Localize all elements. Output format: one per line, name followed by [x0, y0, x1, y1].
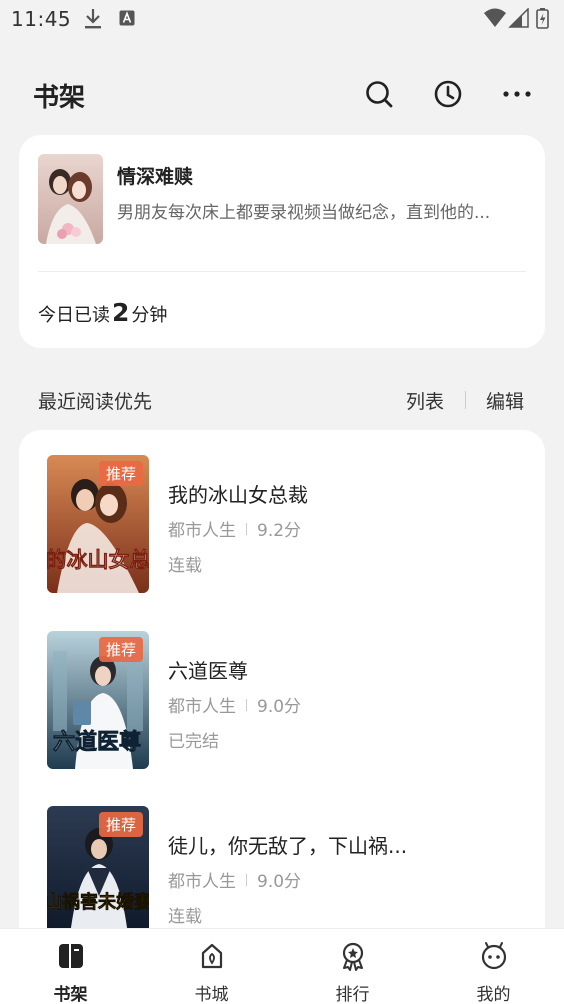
tab-label: 排行 [335, 985, 370, 1004]
book-category: 都市人生 [168, 521, 236, 541]
book-score: 9.0分 [257, 697, 302, 717]
top-bar: 书架 [0, 60, 564, 130]
profile-icon [479, 941, 509, 971]
tab-label: 书城 [194, 985, 229, 1004]
signal-icon [508, 7, 529, 28]
shelf-section-header: 最近阅读优先 列表 编辑 [0, 385, 564, 417]
book-category: 都市人生 [168, 697, 236, 717]
book-item[interactable]: 我的冰山女总裁 推荐 我的冰山女总裁 都市人生 9.2分 连载 [19, 455, 545, 605]
recommend-badge: 推荐 [98, 812, 143, 837]
status-indicators [482, 7, 552, 34]
divider [38, 271, 526, 272]
recommend-badge: 推荐 [98, 637, 143, 662]
separator [465, 391, 466, 409]
bookstore-icon [197, 941, 227, 971]
book-title: 六道医尊 [168, 659, 248, 683]
read-prefix: 今日已读 [38, 305, 110, 326]
history-clock-icon[interactable] [432, 78, 464, 110]
wifi-icon [484, 8, 506, 27]
battery-icon [536, 8, 549, 29]
bookshelf-icon [56, 941, 86, 971]
current-reading-card[interactable]: 情深难赎 男朋友每次床上都要录视频当做纪念，直到他的... 今日已读 2 分钟 [19, 135, 545, 348]
meta-separator [246, 698, 247, 711]
sort-order-label[interactable]: 最近阅读优先 [38, 387, 152, 414]
book-item[interactable]: 六道医尊 推荐 六道医尊 都市人生 9.0分 已完结 [19, 631, 545, 781]
book-cover-title: 六道医尊 [53, 729, 141, 755]
book-title: 我的冰山女总裁 [168, 483, 308, 507]
book-category: 都市人生 [168, 872, 236, 892]
more-icon[interactable] [501, 78, 533, 110]
read-minutes: 2 [112, 298, 130, 327]
page-title: 书架 [33, 83, 86, 113]
edit-button[interactable]: 编辑 [486, 387, 524, 414]
book-cover-title: 我的冰山女总裁 [47, 547, 149, 572]
book-list: 我的冰山女总裁 推荐 我的冰山女总裁 都市人生 9.2分 连载 六道医尊 推荐 … [19, 430, 545, 950]
status-time: 11:45 [11, 7, 72, 31]
read-suffix: 分钟 [131, 305, 168, 326]
meta-separator [246, 522, 247, 535]
book-meta: 都市人生 9.0分 [168, 692, 301, 717]
book-cover[interactable]: 我的冰山女总裁 推荐 [47, 455, 149, 593]
book-title: 徒儿，你无敌了，下山祸... [168, 834, 408, 858]
current-book-cover[interactable] [38, 154, 103, 244]
book-meta: 都市人生 9.0分 [168, 867, 301, 892]
book-meta: 都市人生 9.2分 [168, 516, 301, 541]
bottom-tab-bar: 书架 书城 排行 我的 [0, 928, 564, 1004]
book-cover-title: 下山祸害未婚妻吧 [47, 891, 149, 913]
recommend-badge: 推荐 [98, 461, 143, 486]
ranking-icon [338, 941, 368, 971]
book-cover[interactable]: 六道医尊 推荐 [47, 631, 149, 769]
today-read-time: 今日已读 2 分钟 [38, 298, 167, 327]
tab-ranking[interactable]: 排行 [282, 929, 423, 1004]
book-cover[interactable]: 下山祸害未婚妻吧 推荐 [47, 806, 149, 944]
download-icon [84, 8, 102, 34]
tab-bookshelf[interactable]: 书架 [0, 929, 141, 1004]
notification-app-icon [119, 10, 135, 30]
book-status: 连载 [168, 907, 202, 927]
book-score: 9.0分 [257, 872, 302, 892]
list-view-button[interactable]: 列表 [406, 387, 444, 414]
tab-label: 我的 [476, 985, 511, 1004]
book-score: 9.2分 [257, 521, 302, 541]
meta-separator [246, 873, 247, 886]
book-status: 已完结 [168, 732, 219, 752]
current-book-description: 男朋友每次床上都要录视频当做纪念，直到他的... [117, 203, 491, 223]
book-status: 连载 [168, 556, 202, 576]
status-bar: 11:45 [0, 0, 564, 38]
current-book-title: 情深难赎 [117, 166, 194, 188]
tab-label: 书架 [53, 985, 88, 1004]
tab-bookstore[interactable]: 书城 [141, 929, 282, 1004]
tab-profile[interactable]: 我的 [423, 929, 564, 1004]
search-icon[interactable] [363, 78, 395, 110]
